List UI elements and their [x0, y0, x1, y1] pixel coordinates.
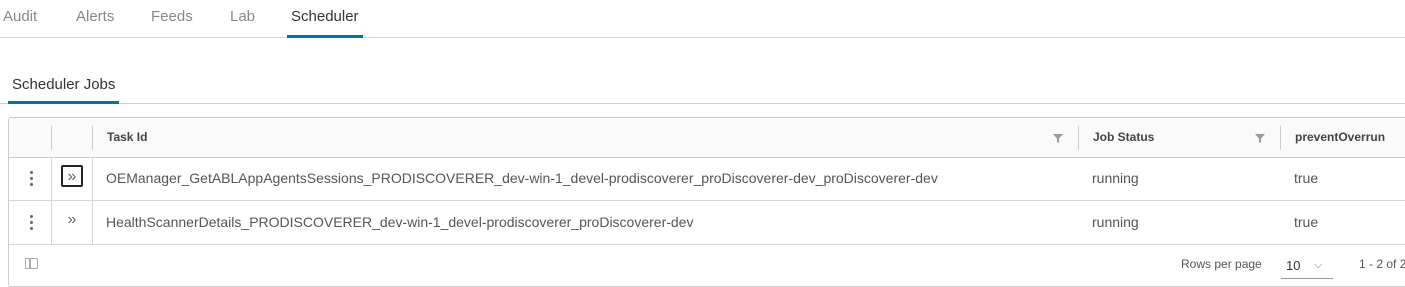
- tab-feeds[interactable]: Feeds: [151, 0, 193, 37]
- cell-prevent-overrun: true: [1294, 214, 1319, 230]
- tab-alerts[interactable]: Alerts: [76, 0, 114, 37]
- top-tab-bar: Audit Alerts Feeds Lab Scheduler: [0, 0, 1405, 38]
- rows-per-page-label: Rows per page: [1181, 257, 1262, 271]
- column-resize-handle[interactable]: [1078, 126, 1079, 150]
- column-separator: [92, 126, 93, 150]
- table-row[interactable]: » HealthScannerDetails_PRODISCOVERER_dev…: [9, 201, 1405, 245]
- column-header-prevent-overrun[interactable]: preventOverrun: [1295, 118, 1385, 157]
- column-header-task-id[interactable]: Task Id: [107, 118, 147, 157]
- double-chevron-right-icon[interactable]: »: [61, 209, 83, 231]
- cell-prevent-overrun: true: [1294, 170, 1319, 186]
- rows-per-page-value: 10: [1286, 258, 1301, 273]
- cell-separator: [51, 157, 52, 200]
- rows-per-page-select[interactable]: 10 ⌵: [1281, 254, 1333, 279]
- column-toggle-icon[interactable]: [25, 258, 38, 269]
- scheduler-jobs-grid: Task Id Job Status preventOverrun » OEMa…: [8, 117, 1405, 287]
- sub-tab-bar: Scheduler Jobs: [0, 70, 1405, 104]
- column-resize-handle[interactable]: [1280, 126, 1281, 150]
- tab-lab[interactable]: Lab: [230, 0, 255, 37]
- column-separator: [51, 126, 52, 150]
- column-header-job-status[interactable]: Job Status: [1093, 118, 1154, 157]
- chevron-down-icon: ⌵: [1314, 259, 1323, 271]
- grid-header: Task Id Job Status preventOverrun: [9, 118, 1405, 158]
- kebab-icon[interactable]: [25, 169, 37, 189]
- cell-job-status: running: [1092, 214, 1139, 230]
- cell-job-status: running: [1092, 170, 1139, 186]
- cell-separator: [92, 201, 93, 244]
- tab-scheduler-jobs[interactable]: Scheduler Jobs: [7, 70, 120, 104]
- cell-separator: [92, 157, 93, 200]
- double-chevron-right-icon[interactable]: »: [61, 165, 83, 187]
- filter-icon[interactable]: [1254, 132, 1266, 144]
- filter-icon[interactable]: [1052, 132, 1064, 144]
- tab-audit[interactable]: Audit: [3, 0, 37, 37]
- kebab-icon[interactable]: [25, 213, 37, 233]
- tab-scheduler[interactable]: Scheduler: [287, 0, 363, 38]
- cell-separator: [51, 201, 52, 244]
- table-row[interactable]: » OEManager_GetABLAppAgentsSessions_PROD…: [9, 157, 1405, 201]
- cell-task-id: HealthScannerDetails_PRODISCOVERER_dev-w…: [106, 214, 694, 230]
- cell-task-id: OEManager_GetABLAppAgentsSessions_PRODIS…: [106, 170, 938, 186]
- pagination-range: 1 - 2 of 2: [1359, 257, 1405, 271]
